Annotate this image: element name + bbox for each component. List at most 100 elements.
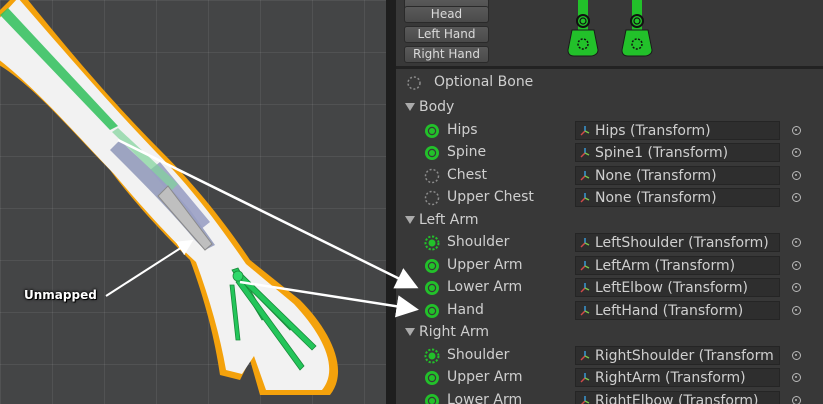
bone-status-icon[interactable] [424,123,440,139]
object-picker-icon[interactable] [792,148,801,157]
transform-icon [580,260,590,270]
transform-value: None (Transform) [595,167,717,184]
transform-value: LeftHand (Transform) [595,302,744,319]
transform-value: Hips (Transform) [595,122,711,139]
transform-value: RightArm (Transform) [595,370,746,386]
bone-row: Upper Chest None (Transform) [396,187,823,209]
bone-row: Lower Arm LeftElbow (Transform) [396,277,823,299]
transform-object-field[interactable]: None (Transform) [575,188,780,207]
object-picker-icon[interactable] [792,260,801,270]
object-picker-icon[interactable] [792,395,801,404]
transform-object-field[interactable]: Spine1 (Transform) [575,143,780,162]
object-picker-icon[interactable] [792,350,801,360]
transform-icon [580,350,590,360]
transform-icon [580,193,590,203]
bone-status-icon[interactable] [424,235,440,251]
bone-name: Lower Arm [447,391,523,404]
object-picker-icon[interactable] [792,125,801,135]
bone-status-icon[interactable] [424,393,440,404]
bone-row: Chest None (Transform) [396,165,823,187]
foldout-triangle-icon[interactable] [405,215,415,224]
bone-name: Upper Arm [447,256,523,273]
transform-object-field[interactable]: LeftShoulder (Transform) [575,233,780,252]
transform-icon [580,305,590,315]
bone-row: Hand LeftHand (Transform) [396,300,823,322]
object-picker-icon[interactable] [792,305,801,315]
transform-icon [580,395,590,404]
bone-row: Spine Spine1 (Transform) [396,142,823,164]
bone-row: Upper Arm RightArm (Transform) [396,367,823,389]
transform-value: LeftArm (Transform) [595,257,736,274]
object-picker-icon[interactable] [792,238,801,247]
bone-status-icon[interactable] [424,258,440,274]
transform-icon [580,148,590,158]
bone-row: Lower Arm RightElbow (Transform) [396,390,823,404]
optional-bone-legend: Optional Bone [396,72,823,94]
section-title: Right Arm [419,324,490,340]
section-title: Left Arm [419,211,479,228]
bone-status-icon[interactable] [424,190,440,206]
foldout-triangle-icon[interactable] [405,103,415,111]
bone-name: Hips [447,121,478,138]
transform-object-field[interactable]: LeftArm (Transform) [575,255,780,275]
transform-icon [580,170,590,180]
transform-value: LeftElbow (Transform) [595,280,748,296]
right-hand-button[interactable]: Right Hand [404,46,489,63]
transform-icon [580,373,590,383]
unmapped-arrow [105,239,194,297]
scene-view[interactable]: Unmapped [0,0,386,404]
transform-value: LeftShoulder (Transform) [595,235,769,251]
bone-name: Lower Arm [447,279,523,295]
section-title: Body [419,99,455,115]
bone-name: Upper Arm [447,369,523,385]
transform-value: None (Transform) [595,190,717,206]
bone-row: Hips Hips (Transform) [396,120,823,142]
bone-row: Upper Arm LeftArm (Transform) [396,255,823,277]
bone-status-icon[interactable] [424,145,440,161]
bone-name: Upper Chest [447,189,534,205]
transform-value: Spine1 (Transform) [595,145,729,161]
object-picker-icon[interactable] [792,193,801,202]
section-header-right-arm[interactable]: Right Arm [396,322,823,344]
bone-status-icon[interactable] [424,370,440,386]
bone-name: Shoulder [447,346,510,363]
left-hand-button[interactable]: Left Hand [404,26,489,43]
transform-object-field[interactable]: LeftHand (Transform) [575,300,780,320]
bone-row: Shoulder LeftShoulder (Transform) [396,232,823,254]
transform-object-field[interactable]: RightElbow (Transform) [575,390,780,404]
bone-row: Shoulder RightShoulder (Transform [396,345,823,367]
object-picker-icon[interactable] [792,170,801,180]
transform-object-field[interactable]: Hips (Transform) [575,120,780,140]
transform-object-field[interactable]: LeftElbow (Transform) [575,278,780,297]
object-picker-icon[interactable] [792,373,801,382]
bone-name: Hand [447,301,484,318]
annotation-arrows [105,239,194,297]
transform-object-field[interactable]: None (Transform) [575,165,780,185]
panel-divider [386,0,396,404]
section-header-body[interactable]: Body [396,97,823,119]
transform-icon [580,125,590,135]
separator [396,66,823,69]
unmapped-annotation: Unmapped [24,288,97,302]
bone-name: Chest [447,166,488,183]
avatar-legs-figure[interactable] [564,0,664,60]
transform-icon [580,283,590,293]
transform-object-field[interactable]: RightArm (Transform) [575,368,780,387]
transform-object-field[interactable]: RightShoulder (Transform [575,345,780,365]
foldout-triangle-icon[interactable] [405,328,415,336]
transform-icon [580,238,590,248]
optional-bone-label: Optional Bone [434,74,534,90]
bone-status-icon[interactable] [424,348,440,364]
bone-name: Spine [447,144,487,160]
bone-status-icon[interactable] [424,280,440,296]
head-button[interactable]: Head [404,6,489,23]
avatar-configuration-inspector: Head Left Hand Right Hand Optional Bone … [396,0,823,404]
object-picker-icon[interactable] [792,283,801,292]
transform-value: RightShoulder (Transform [595,347,774,364]
bone-status-icon[interactable] [424,168,440,184]
bone-name: Shoulder [447,234,510,250]
bone-status-icon[interactable] [424,303,440,319]
transform-value: RightElbow (Transform) [595,392,759,404]
section-header-left-arm[interactable]: Left Arm [396,210,823,232]
body-part-selector: Head Left Hand Right Hand [396,0,823,66]
